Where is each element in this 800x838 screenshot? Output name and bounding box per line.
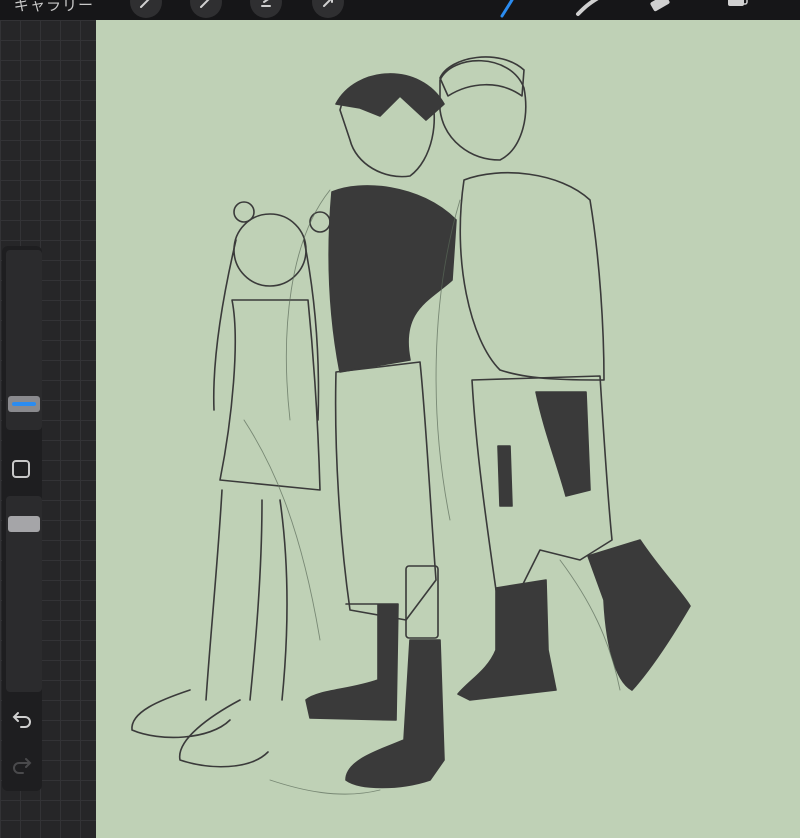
man-shirt [459, 171, 605, 381]
line-art-sketch [131, 56, 691, 795]
brush-size-thumb[interactable] [8, 396, 40, 412]
adjustments-wand-icon[interactable] [190, 0, 222, 18]
top-toolbar: ギャラリー [0, 0, 800, 20]
opacity-slider[interactable] [6, 496, 42, 692]
sidebar [2, 246, 42, 791]
boy-pants [334, 361, 437, 621]
opacity-thumb[interactable] [8, 516, 40, 532]
man-head [439, 59, 527, 161]
brush-size-slider[interactable] [6, 250, 42, 430]
undo-arrow-icon[interactable] [10, 706, 34, 730]
girl-body [219, 299, 321, 491]
girl-head [233, 213, 307, 287]
modify-square-icon[interactable] [12, 460, 30, 478]
transform-arrow-icon[interactable] [312, 0, 344, 18]
gallery-button[interactable]: ギャラリー [14, 0, 94, 15]
actions-wrench-icon[interactable] [130, 0, 162, 18]
selection-icon[interactable] [250, 0, 282, 18]
redo-arrow-icon [10, 752, 34, 776]
drawing-canvas[interactable] [96, 20, 800, 838]
